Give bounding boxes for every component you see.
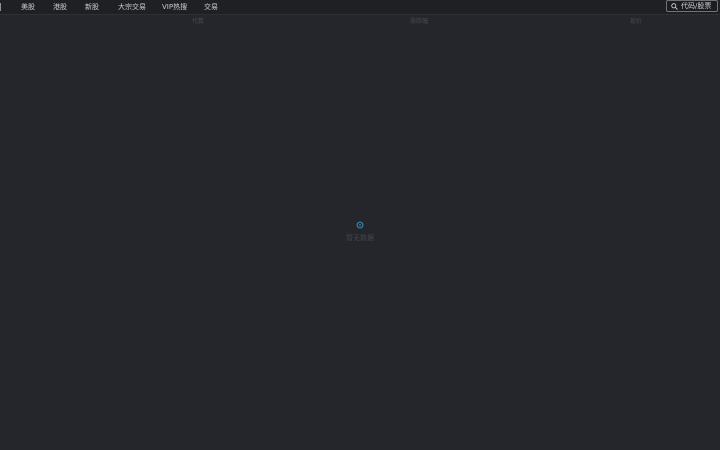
nav-item-us-stocks[interactable]: 美股 <box>21 1 35 13</box>
search-icon <box>671 3 678 10</box>
nav-item-new-stocks[interactable]: 新股 <box>85 1 99 13</box>
column-header-change[interactable]: 涨跌幅 <box>410 17 428 27</box>
nav-item-vip-hot[interactable]: VIP热搜 <box>162 1 187 13</box>
nav-item-hk-stocks[interactable]: 港股 <box>53 1 67 13</box>
top-nav-bar: 美股 港股 新股 大宗交易 VIP热搜 交易 代码/股票 <box>0 0 720 15</box>
search-input[interactable]: 代码/股票 <box>666 0 718 12</box>
nav-item-block-trades[interactable]: 大宗交易 <box>118 1 146 13</box>
table-header-row: 代数 涨跌幅 现价 <box>0 15 720 27</box>
app-window: 美股 港股 新股 大宗交易 VIP热搜 交易 代码/股票 代数 涨跌幅 现价 暂… <box>0 0 720 450</box>
window-edge-marker <box>0 3 1 11</box>
nav-item-trade[interactable]: 交易 <box>204 1 218 13</box>
empty-state-message: 暂无数据 <box>346 234 374 242</box>
empty-data-icon <box>356 221 364 229</box>
column-header-price[interactable]: 现价 <box>630 17 642 27</box>
column-header-name[interactable]: 代数 <box>192 17 204 27</box>
empty-state: 暂无数据 <box>330 218 390 248</box>
search-placeholder: 代码/股票 <box>681 2 712 10</box>
